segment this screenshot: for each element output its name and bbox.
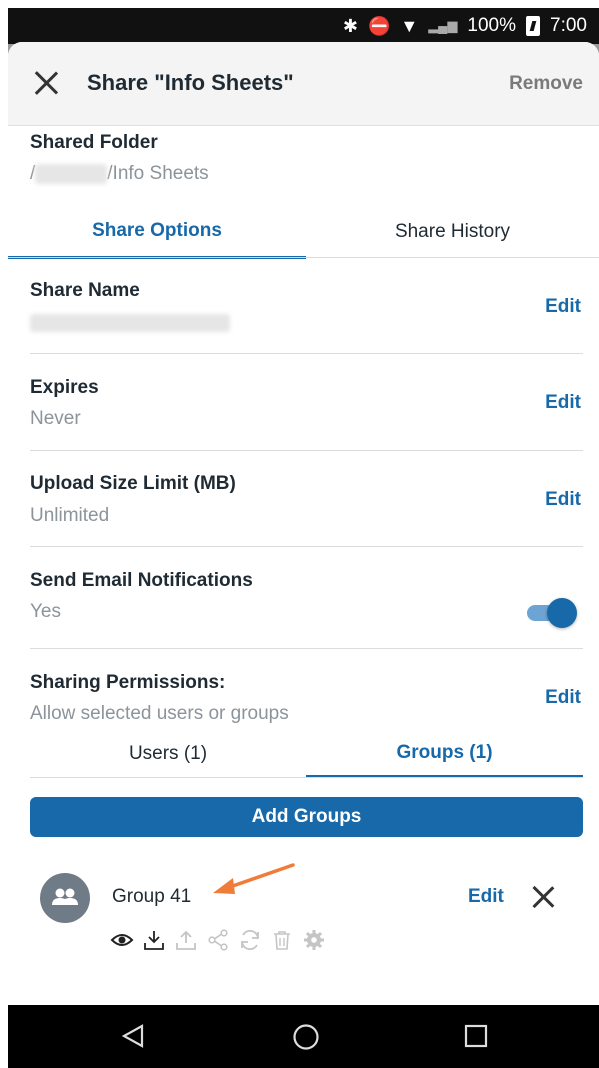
subtabs-divider xyxy=(30,777,583,778)
share-tabs: Share Options Share History xyxy=(8,205,599,259)
recents-icon[interactable] xyxy=(463,1023,489,1054)
back-icon[interactable] xyxy=(120,1023,146,1054)
upload-limit-label: Upload Size Limit (MB) xyxy=(30,473,236,494)
android-nav-bar xyxy=(8,1005,599,1068)
group-edit-button[interactable]: Edit xyxy=(468,886,504,908)
share-name-value xyxy=(30,312,230,334)
close-icon[interactable] xyxy=(34,70,60,96)
share-name-label: Share Name xyxy=(30,280,140,301)
group-icon xyxy=(52,888,78,905)
sharing-permissions-value: Allow selected users or groups xyxy=(30,703,289,724)
share-name-edit-button[interactable]: Edit xyxy=(545,296,581,318)
status-bar: ✱ ⛔ ▼ ▂▄▆ 100% 7:00 xyxy=(8,8,599,44)
shared-folder-label: Shared Folder xyxy=(30,132,158,153)
bluetooth-icon: ✱ xyxy=(342,15,358,36)
divider xyxy=(30,450,583,451)
upload-icon[interactable] xyxy=(174,928,198,952)
permission-icons xyxy=(110,928,326,952)
upload-limit-edit-button[interactable]: Edit xyxy=(545,489,581,511)
home-icon[interactable] xyxy=(292,1023,320,1056)
path-suffix: /Info Sheets xyxy=(107,163,209,184)
clock: 7:00 xyxy=(550,15,587,36)
remove-group-icon[interactable] xyxy=(532,885,556,909)
group-name: Group 41 xyxy=(112,886,192,907)
tabs-divider xyxy=(8,257,599,258)
expires-value: Never xyxy=(30,408,81,429)
sync-icon[interactable] xyxy=(238,928,262,952)
tab-groups[interactable]: Groups (1) xyxy=(306,730,583,778)
battery-percent: 100% xyxy=(467,15,517,36)
email-notifications-value: Yes xyxy=(30,601,61,622)
tab-share-options[interactable]: Share Options xyxy=(8,205,306,259)
add-groups-button[interactable]: Add Groups xyxy=(30,797,583,837)
annotation-arrow-icon xyxy=(213,863,295,894)
sharing-permissions-edit-button[interactable]: Edit xyxy=(545,687,581,709)
view-icon[interactable] xyxy=(110,928,134,952)
tab-share-history[interactable]: Share History xyxy=(306,205,599,259)
sharing-permissions-label: Sharing Permissions: xyxy=(30,672,226,693)
email-notifications-toggle[interactable] xyxy=(527,598,577,628)
download-icon[interactable] xyxy=(142,928,166,952)
expires-label: Expires xyxy=(30,377,99,398)
divider xyxy=(30,648,583,649)
shared-folder-path: //Info Sheets xyxy=(30,163,209,185)
do-not-disturb-icon: ⛔ xyxy=(367,15,391,36)
share-icon[interactable] xyxy=(206,928,230,952)
redacted-username xyxy=(35,163,108,184)
sheet-header: Share "Info Sheets" Remove xyxy=(8,42,599,126)
divider xyxy=(30,353,583,354)
divider xyxy=(30,546,583,547)
wifi-icon: ▼ xyxy=(400,15,419,36)
battery-icon xyxy=(526,16,541,36)
toggle-knob xyxy=(547,598,577,628)
group-avatar xyxy=(40,873,90,923)
remove-button[interactable]: Remove xyxy=(509,73,583,95)
redacted-share-name xyxy=(30,313,230,332)
expires-edit-button[interactable]: Edit xyxy=(545,392,581,414)
settings-icon[interactable] xyxy=(302,928,326,952)
signal-icon: ▂▄▆ xyxy=(428,18,458,33)
upload-limit-value: Unlimited xyxy=(30,505,110,526)
page-title: Share "Info Sheets" xyxy=(87,70,294,95)
tab-users[interactable]: Users (1) xyxy=(30,730,306,778)
email-notifications-label: Send Email Notifications xyxy=(30,570,253,591)
delete-icon[interactable] xyxy=(270,928,294,952)
